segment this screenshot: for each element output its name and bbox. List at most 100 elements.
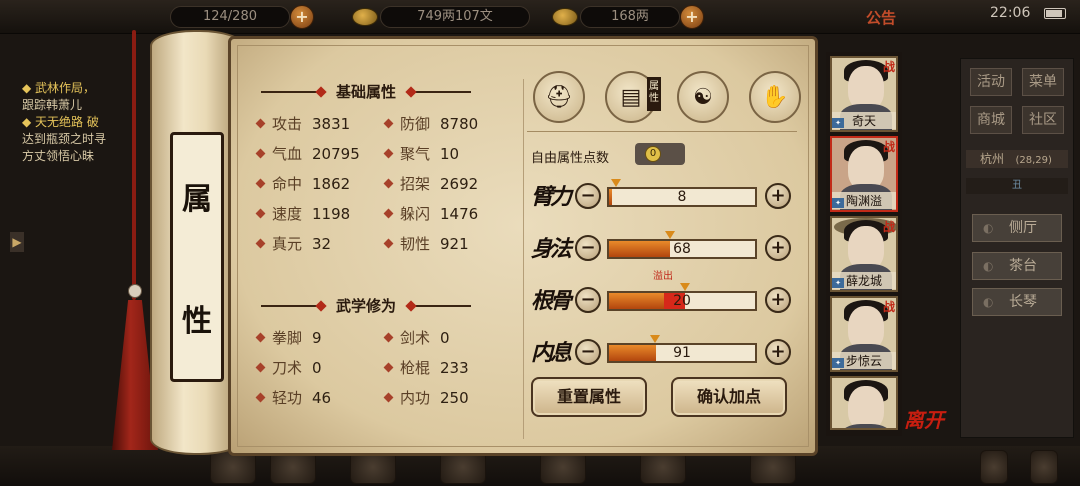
rank-tag-icon: ✦ [832,118,844,128]
martial-stat-row: 剑术 0 [383,327,450,348]
add-stamina-button[interactable]: + [290,5,314,29]
tab-meridians[interactable]: ✋ [749,71,801,123]
stat-value: 9 [312,329,322,347]
stat-value: 233 [440,359,469,377]
decrease-button[interactable]: − [575,339,601,365]
tab-bagua[interactable]: ☯ [677,71,729,123]
quest-line: 达到瓶颈之时寻 [22,132,107,146]
expand-arrow-icon[interactable]: ▶ [10,232,24,252]
diamond-bullet-icon [255,332,266,343]
quest-tracker[interactable]: ◆ 武林作局， 跟踪韩萧儿 ◆ 天无绝路 破 达到瓶颈之时寻 方丈领悟心昧 [22,80,162,190]
stat-value: 0 [312,359,322,377]
free-points-label: 自由属性点数 [531,151,610,166]
announcement-button[interactable]: 公告 [866,7,896,28]
quest-line: ◆ 武林作局， [22,81,96,95]
overflow-label: 溢出 [653,271,673,282]
scroll-title-char: 属 [182,182,212,217]
decrease-button[interactable]: − [575,183,601,209]
stat-label: 攻击 [272,115,303,133]
tab-equipment[interactable]: ⛑ [533,71,585,123]
chat-icon[interactable] [980,450,1008,484]
diamond-bullet-icon [255,208,266,219]
attribute-value: 68 [673,241,691,257]
attribute-name: 根骨 [531,288,572,314]
diamond-bullet-icon [255,118,266,129]
shop-button[interactable]: 商城 [970,106,1012,134]
hero-portrait[interactable]: 战奇天 ✦ [830,56,898,132]
martial-stat-row: 拳脚 9 [255,327,322,348]
martial-stat-row: 内功 250 [383,387,469,408]
diamond-bullet-icon [383,178,394,189]
quest-line: 方丈领悟心昧 [22,149,95,163]
increase-button[interactable]: + [765,339,791,365]
diamond-bullet-icon [383,332,394,343]
basic-stat-row: 真元 32 [255,233,331,254]
basic-stat-row: 招架 2692 [383,173,478,194]
diamond-bullet-icon [383,118,394,129]
attribute-bar: 20 [607,291,757,311]
confirm-points-button[interactable]: 确认加点 [671,377,787,417]
stat-value: 250 [440,389,469,407]
attribute-row: 根骨 − 20 + [531,283,801,319]
stat-label: 气血 [272,145,303,163]
activity-button[interactable]: 活动 [970,68,1012,96]
basic-stat-row: 躲闪 1476 [383,203,479,224]
stat-value: 0 [440,329,450,347]
bar-marker-icon [665,231,675,239]
reset-attributes-button[interactable]: 重置属性 [531,377,647,417]
increase-button[interactable]: + [765,183,791,209]
hero-portrait[interactable] [830,376,898,430]
basic-stat-row: 气血 20795 [255,143,360,164]
increase-button[interactable]: + [765,235,791,261]
bar-marker-icon [611,179,621,187]
body-figure-icon: ✋ [761,85,789,110]
clock: 22:06 [990,5,1031,21]
community-button[interactable]: 社区 [1022,106,1064,134]
attribute-bar: 68 [607,239,757,259]
battle-mark: 战 [882,220,895,234]
stat-label: 枪棍 [400,359,431,377]
stat-value: 20795 [312,145,360,163]
basic-stat-row: 韧性 921 [383,233,469,254]
battery-icon [1044,8,1066,19]
location-label: 杭州 (28,29) [966,150,1068,168]
add-ingot-button[interactable]: + [680,5,704,29]
battle-mark: 战 [882,300,895,314]
martial-stat-row: 轻功 46 [255,387,331,408]
tab-attributes[interactable]: ▤ 属性 [605,71,661,123]
room-button-tea[interactable]: 茶台 [972,252,1062,280]
stat-value: 1476 [440,205,479,223]
stat-label: 命中 [272,175,303,193]
hero-portrait[interactable]: 战薛龙城 ✦ [830,216,898,292]
bar-marker-icon [650,335,660,343]
stamina-value: 124/280 [202,9,257,24]
decrease-button[interactable]: − [575,235,601,261]
decrease-button[interactable]: − [575,287,601,313]
stat-label: 韧性 [400,235,431,253]
attribute-name: 身法 [531,236,572,262]
location-name: 杭州 [980,152,1005,166]
increase-button[interactable]: + [765,287,791,313]
settings-icon[interactable] [1030,450,1058,484]
hero-portrait[interactable]: 战步惊云 ✦ [830,296,898,372]
diamond-bullet-icon [255,392,266,403]
attributes-tab-tag: 属性 [647,77,661,111]
quest-line: 跟踪韩萧儿 [22,98,83,112]
hero-body [840,424,892,428]
stat-value: 921 [440,235,469,253]
diamond-bullet-icon [383,362,394,373]
section-separator [527,131,797,132]
menu-button[interactable]: 菜单 [1022,68,1064,96]
leave-button[interactable]: 离开 [904,404,944,433]
room-button-side-hall[interactable]: 侧厅 [972,214,1062,242]
stat-value: 10 [440,145,460,163]
martial-stat-row: 枪棍 233 [383,357,469,378]
location-coords: (28,29) [1015,155,1052,166]
diamond-bullet-icon [255,148,266,159]
room-button-qin[interactable]: 长琴 [972,288,1062,316]
title-ornament [411,305,471,307]
stat-label: 刀术 [272,359,303,377]
hero-portrait[interactable]: 战陶渊溢 ✦ [830,136,898,212]
stat-label: 速度 [272,205,303,223]
money-value: 749两107文 [417,9,493,24]
